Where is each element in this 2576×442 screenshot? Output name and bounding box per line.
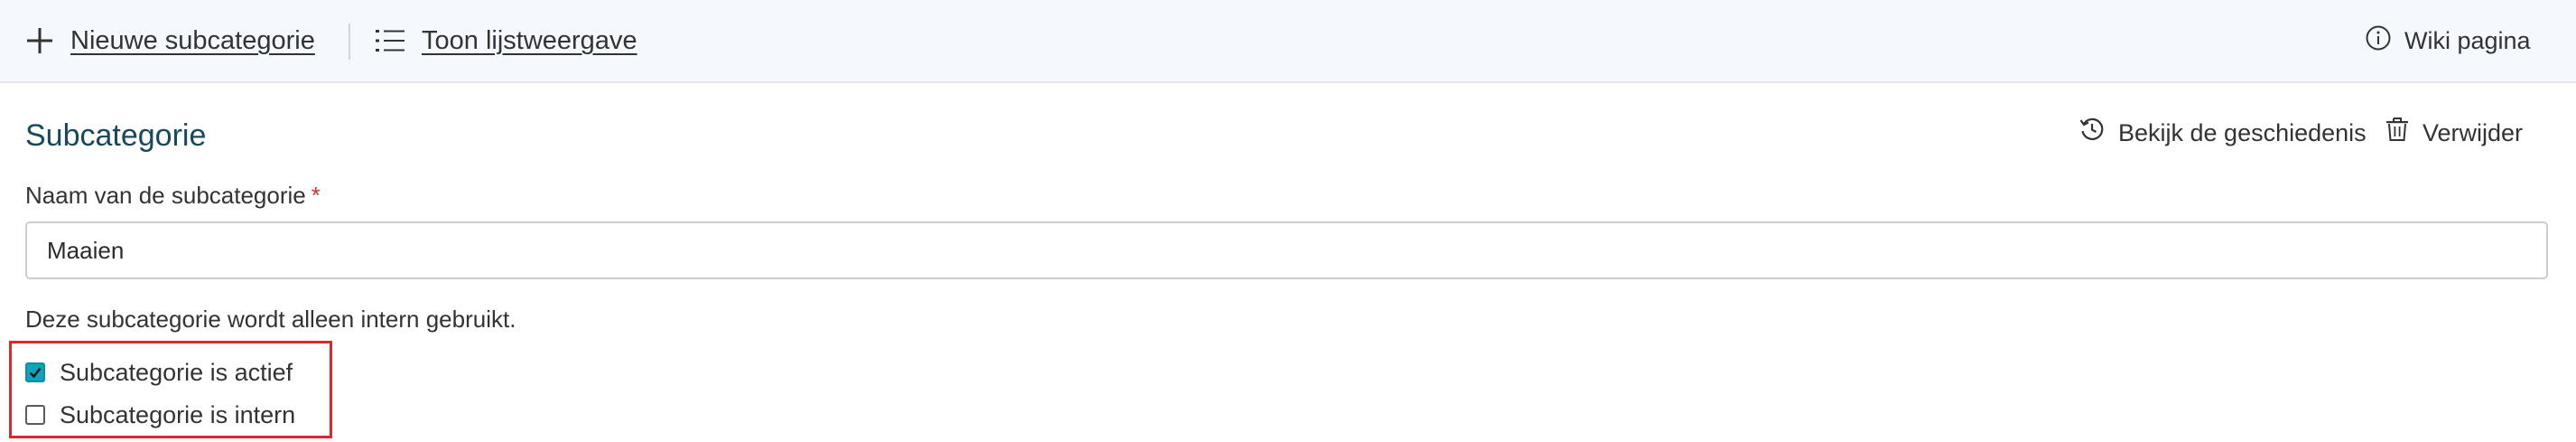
internal-checkbox[interactable]: [25, 405, 45, 425]
active-checkbox-row[interactable]: Subcategorie is actief: [25, 354, 293, 390]
history-icon: [2078, 116, 2106, 143]
active-checkbox[interactable]: [25, 362, 45, 382]
view-history-label: Bekijk de geschiedenis: [2118, 118, 2367, 146]
info-icon: [2365, 24, 2392, 52]
active-checkbox-label: Subcategorie is actief: [60, 358, 293, 386]
required-marker: *: [311, 182, 321, 209]
delete-button[interactable]: Verwijder: [2385, 110, 2523, 155]
subcategory-name-label-text: Naam van de subcategorie: [25, 182, 306, 209]
new-subcategory-button[interactable]: Nieuwe subcategorie: [25, 0, 315, 81]
new-subcategory-label: Nieuwe subcategorie: [70, 25, 315, 55]
list-view-label: Toon lijstweergave: [422, 25, 637, 55]
subcategory-name-input[interactable]: [25, 221, 2548, 279]
list-view-button[interactable]: Toon lijstweergave: [375, 0, 637, 81]
delete-label: Verwijder: [2423, 118, 2524, 146]
internal-checkbox-label: Subcategorie is intern: [60, 400, 296, 428]
section-title: Subcategorie: [25, 118, 207, 153]
internal-usage-note: Deze subcategorie wordt alleen intern ge…: [25, 306, 516, 333]
toolbar-divider: [349, 24, 350, 60]
list-icon: [375, 27, 405, 54]
subcategory-name-label: Naam van de subcategorie *: [25, 182, 321, 210]
wiki-page-label: Wiki pagina: [2404, 26, 2531, 54]
toolbar: Nieuwe subcategorie Toon lijstweergave W…: [0, 0, 2576, 83]
internal-checkbox-row[interactable]: Subcategorie is intern: [25, 397, 295, 433]
plus-icon: [25, 26, 54, 55]
trash-icon: [2385, 116, 2410, 143]
view-history-button[interactable]: Bekijk de geschiedenis: [2078, 110, 2367, 155]
wiki-page-link[interactable]: Wiki pagina: [2365, 0, 2531, 81]
checkmark-icon: [29, 367, 42, 379]
